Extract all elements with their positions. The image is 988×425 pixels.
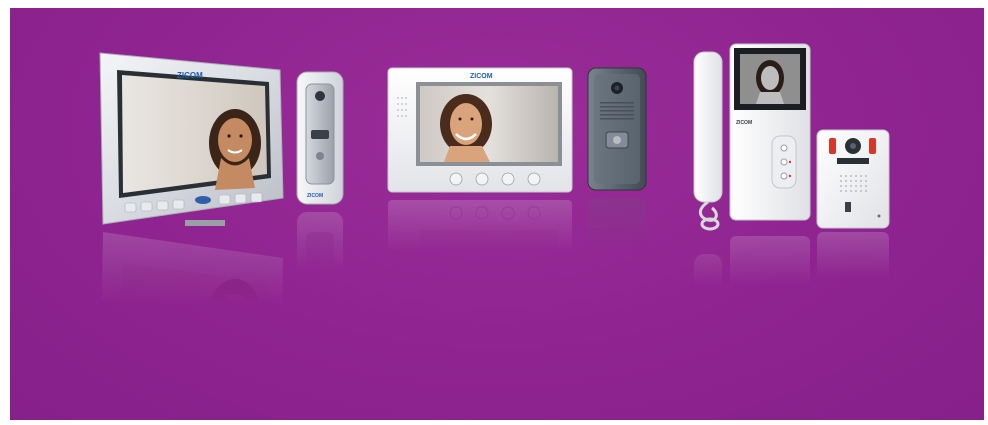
svg-text:ZICOM: ZICOM [470, 73, 493, 80]
product-reflection [815, 230, 891, 330]
product-reflection [95, 228, 290, 403]
door-camera-icon [816, 129, 890, 229]
svg-text:ZICOM: ZICOM [307, 193, 323, 199]
door-camera-icon [587, 67, 647, 191]
image-frame: ZICOM ZICOM ZICOM ZICOM [0, 0, 988, 425]
door-camera-icon: ZICOM [296, 71, 344, 205]
product-reflection [295, 208, 347, 344]
video-monitor-icon: ZICOM [387, 67, 573, 193]
svg-text:ZICOM: ZICOM [177, 71, 203, 80]
product-reflection [386, 196, 576, 324]
product-banner: ZICOM ZICOM ZICOM ZICOM [10, 8, 984, 420]
product-reflection [586, 194, 648, 320]
svg-text:ZICOM: ZICOM [736, 120, 752, 126]
video-monitor-icon: ZICOM [99, 52, 284, 226]
intercom-handset-icon: ZICOM [693, 43, 811, 231]
product-reflection [690, 230, 815, 412]
